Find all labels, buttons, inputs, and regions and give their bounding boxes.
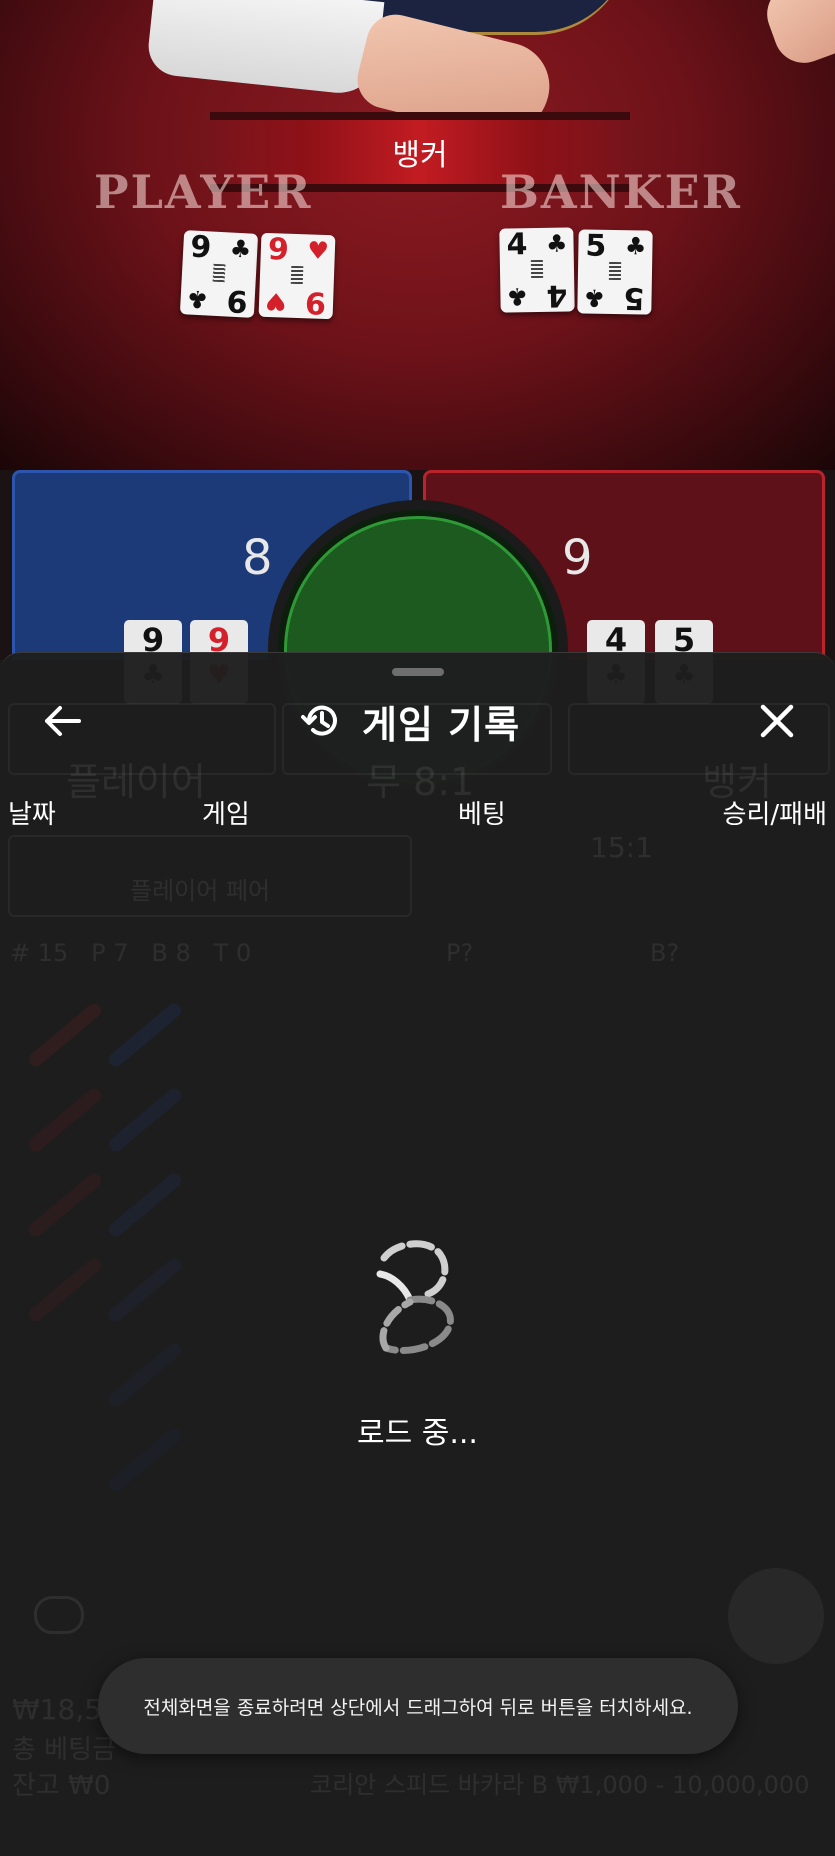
ghost-pair-odds: 15:1	[590, 831, 653, 864]
ghost-road-mark	[26, 1085, 104, 1155]
history-icon	[301, 705, 337, 736]
table-card-banker-2: 5 ♣ 5 ♣	[577, 228, 653, 316]
sheet-drag-handle[interactable]	[392, 668, 444, 676]
menu-button	[728, 1568, 824, 1664]
dealer-sleeve	[145, 0, 385, 97]
ghost-road-mark	[26, 1000, 104, 1070]
arrow-left-icon	[45, 706, 81, 736]
dealer-hand-right	[758, 0, 835, 72]
table-banker-label: BANKER	[500, 165, 742, 219]
column-win-loss: 승리/패배	[722, 800, 827, 830]
ghost-remaining: 잔고 ₩0	[12, 1771, 111, 1801]
table-player-label: PLAYER	[94, 165, 313, 219]
player-score: 8	[242, 530, 273, 586]
table-card-player-1: 9 ♣ 9 ♣	[179, 229, 259, 319]
close-icon	[760, 704, 794, 738]
chat-icon	[34, 1596, 84, 1634]
ghost-road-mark	[106, 1255, 184, 1325]
ghost-road-stats: # 15 P 7 B 8 T 0	[10, 939, 252, 967]
ghost-total-bet-label: 총 베팅금	[12, 1735, 116, 1765]
ghost-next-player: P?	[446, 939, 474, 967]
fullscreen-toast: 전체화면을 종료하려면 상단에서 드래그하여 뒤로 버튼을 터치하세요.	[98, 1658, 738, 1754]
column-bet: 베팅	[458, 800, 506, 830]
ghost-road-mark	[106, 1170, 184, 1240]
history-column-headers: 날짜 게임 베팅 승리/패배	[0, 794, 835, 834]
ghost-road-mark	[106, 1000, 184, 1070]
banker-score: 9	[562, 530, 593, 586]
back-button[interactable]	[38, 690, 88, 752]
sheet-header: 게임 기록	[0, 690, 835, 756]
ghost-next-banker: B?	[650, 939, 680, 967]
table-card-player-2: 9 ♥ 9 ♥	[258, 232, 336, 320]
ghost-road-mark	[106, 1340, 184, 1410]
ghost-pair-label: 플레이어 페어	[130, 877, 271, 905]
live-video-table: 뱅커 PLAYER BANKER 9 ♣ 9 ♣ 9 ♥ 9 ♥ 4 ♣ 4 ♣…	[0, 0, 835, 470]
loading-spinner-icon	[376, 1240, 454, 1354]
sheet-title-group: 게임 기록	[300, 690, 520, 752]
table-card-banker-1: 4 ♣ 4 ♣	[499, 227, 575, 313]
column-date: 날짜	[8, 800, 56, 830]
ghost-road-mark	[26, 1170, 104, 1240]
sheet-title: 게임 기록	[362, 702, 521, 747]
ghost-table-info: 코리안 스피드 바카라 B ₩1,000 - 10,000,000	[310, 1771, 810, 1799]
loading-text: 로드 중...	[357, 1416, 478, 1451]
ghost-road-mark	[106, 1085, 184, 1155]
column-game: 게임	[202, 800, 250, 830]
close-button[interactable]	[749, 690, 805, 752]
ghost-road-mark	[26, 1255, 104, 1325]
ghost-balance: ₩18,5	[12, 1693, 103, 1726]
